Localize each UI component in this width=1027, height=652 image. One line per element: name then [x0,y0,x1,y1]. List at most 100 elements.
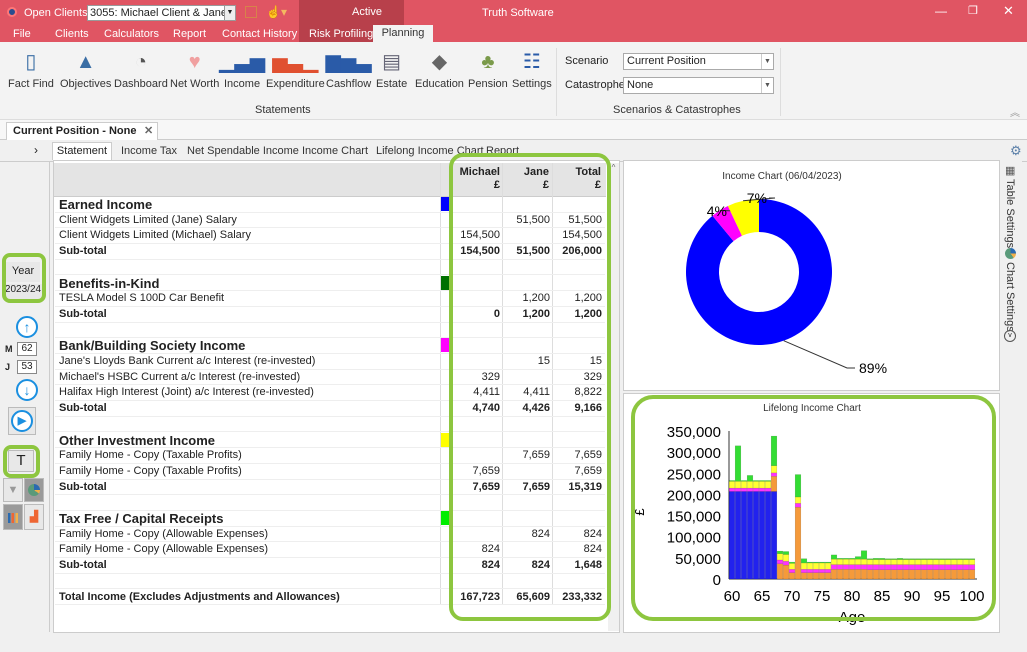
bar-segment-age-100[interactable] [968,558,976,560]
table-row[interactable]: Client Widgets Limited (Jane) Salary 51,5… [55,213,605,229]
table-settings-button[interactable]: Table Settings [1004,179,1016,248]
bar-segment-age-81[interactable] [854,569,862,580]
arrow-down-icon[interactable]: ↓ [16,379,38,401]
bar-segment-age-99[interactable] [962,559,970,565]
bar-segment-age-63[interactable] [746,475,754,482]
pie-chart-toggle[interactable] [24,478,44,502]
bar-segment-age-82[interactable] [860,550,868,560]
bar-segment-age-74[interactable] [812,569,820,573]
close-window-button[interactable]: ✕ [1003,3,1014,19]
bar-segment-age-71[interactable] [794,506,802,580]
table-row[interactable]: Family Home - Copy (Taxable Profits) 7,65… [55,448,605,464]
bar-segment-age-87[interactable] [890,558,898,560]
tab-statement[interactable]: Statement [52,142,112,160]
bar-segment-age-60[interactable] [728,487,736,492]
table-row[interactable]: Family Home - Copy (Allowable Expenses) 8… [55,527,605,543]
table-row[interactable]: Family Home - Copy (Allowable Expenses) 8… [55,542,605,559]
tab-report[interactable]: Report [486,145,519,157]
bar-segment-age-65[interactable] [758,481,766,489]
bar-segment-age-73[interactable] [806,561,814,564]
bar-segment-age-92[interactable] [920,564,928,570]
bar-segment-age-72[interactable] [800,572,808,580]
bar-segment-age-100[interactable] [968,564,976,570]
bar-segment-age-96[interactable] [944,564,952,570]
bar-segment-age-94[interactable] [932,564,940,570]
bar-segment-age-75[interactable] [818,562,826,570]
ribbon-estate-button[interactable]: ▤ Estate [376,48,407,90]
bar-segment-age-95[interactable] [938,569,946,580]
bar-segment-age-92[interactable] [920,558,928,560]
bar-segment-age-86[interactable] [884,558,892,560]
ribbon-income-button[interactable]: ▁▃▅ Income [219,48,265,90]
bar-segment-age-72[interactable] [800,569,808,573]
catastrophe-select[interactable]: None ▼ [623,77,774,94]
table-row[interactable]: Jane's Lloyds Bank Current a/c Interest … [55,354,605,370]
bar-chart-toggle[interactable] [3,504,23,530]
bar-segment-age-98[interactable] [956,569,964,580]
bar-segment-age-63[interactable] [746,487,754,492]
bar-segment-age-70[interactable] [788,572,796,580]
bar-segment-age-67[interactable] [770,472,778,477]
section-header-row[interactable]: Earned Income [55,197,605,213]
bar-segment-age-61[interactable] [734,491,742,580]
bar-segment-age-87[interactable] [890,559,898,565]
bar-segment-age-90[interactable] [908,558,916,560]
bar-segment-age-94[interactable] [932,569,940,580]
bar-segment-age-68[interactable] [776,563,784,580]
scroll-up-icon[interactable]: ^ [608,163,619,172]
bar-segment-age-76[interactable] [824,561,832,564]
column-header-michael[interactable]: Michael £ [452,166,500,192]
bar-segment-age-65[interactable] [758,480,766,482]
bar-segment-age-78[interactable] [836,569,844,580]
bar-segment-age-70[interactable] [788,561,796,564]
ribbon-cashflow-button[interactable]: ▆▅▃ Cashflow [326,48,372,90]
bar-segment-age-80[interactable] [848,564,856,570]
chevron-down-icon[interactable]: v [1004,330,1016,342]
expand-sidebar-icon[interactable]: › [34,143,38,157]
bar-segment-age-77[interactable] [830,569,838,580]
vertical-scrollbar[interactable]: ^ [608,163,619,631]
bar-segment-age-77[interactable] [830,564,838,570]
bar-segment-age-71[interactable] [794,496,802,504]
bar-segment-age-74[interactable] [812,572,820,580]
bar-segment-age-74[interactable] [812,562,820,570]
bar-segment-age-76[interactable] [824,562,832,570]
bar-segment-age-77[interactable] [830,558,838,565]
collapse-ribbon-icon[interactable]: ︽ [1010,104,1020,119]
client-select[interactable]: 3055: Michael Client & Jane... [87,5,235,21]
bar-segment-age-76[interactable] [824,572,832,580]
bar-segment-age-98[interactable] [956,558,964,560]
touch-icon[interactable]: ☝▾ [266,5,287,19]
bar-segment-age-78[interactable] [836,558,844,560]
ribbon-objectives-button[interactable]: ▲ Objectives [60,48,111,90]
bar-segment-age-79[interactable] [842,558,850,560]
bar-segment-age-69[interactable] [782,564,790,580]
bar-segment-age-61[interactable] [734,445,742,482]
bar-segment-age-94[interactable] [932,559,940,565]
bar-segment-age-89[interactable] [902,559,910,565]
menu-report[interactable]: Report [173,28,206,40]
table-row[interactable]: Halifax High Interest (Joint) a/c Intere… [55,385,605,402]
bar-segment-age-88[interactable] [896,558,904,560]
bar-segment-age-96[interactable] [944,559,952,565]
bar-segment-age-87[interactable] [890,564,898,570]
bar-segment-age-93[interactable] [926,559,934,565]
bar-segment-age-85[interactable] [878,558,886,560]
tab-income-tax[interactable]: Income Tax [121,145,177,157]
bar-segment-age-74[interactable] [812,561,820,564]
bar-segment-age-83[interactable] [866,564,874,570]
bar-segment-age-75[interactable] [818,561,826,564]
subtotal-row[interactable]: Sub-total 154,500 51,500 206,000 [55,244,605,260]
bar-segment-age-95[interactable] [938,564,946,570]
bar-segment-age-68[interactable] [776,559,784,564]
bar-segment-age-79[interactable] [842,569,850,580]
bar-segment-age-72[interactable] [800,562,808,570]
bar-segment-age-69[interactable] [782,554,790,562]
subtotal-row[interactable]: Sub-total 7,659 7,659 15,319 [55,480,605,496]
bar-segment-age-98[interactable] [956,559,964,565]
bar-segment-age-99[interactable] [962,558,970,560]
bar-segment-age-60[interactable] [728,480,736,482]
menu-clients[interactable]: Clients [55,28,89,40]
close-tab-icon[interactable]: ✕ [144,123,153,140]
bar-segment-age-93[interactable] [926,558,934,560]
